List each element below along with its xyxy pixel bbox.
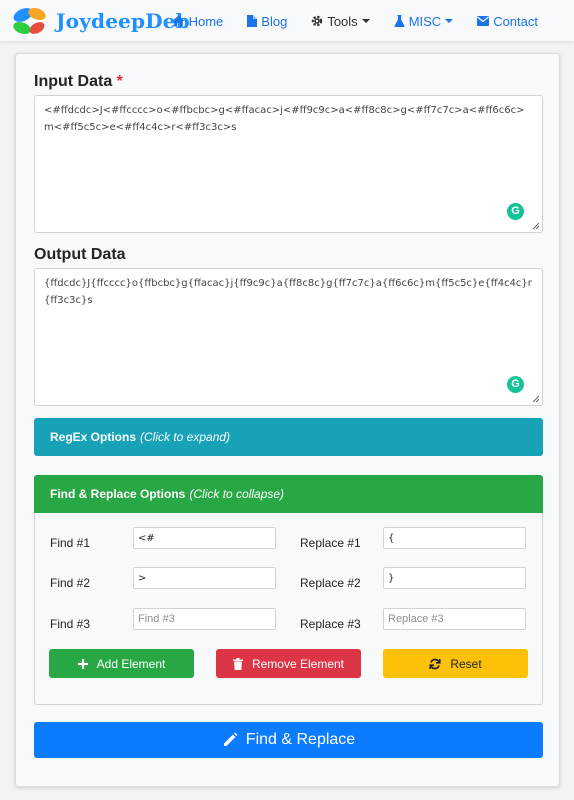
nav-misc[interactable]: MISC bbox=[386, 14, 462, 29]
trash-icon bbox=[232, 657, 243, 670]
flask-icon bbox=[394, 15, 405, 27]
find-3-input[interactable]: Find #3 bbox=[133, 608, 276, 630]
gear-icon bbox=[312, 15, 323, 27]
output-data-textarea[interactable]: {ffdcdc}J{ffcccc}o{ffbcbc}g{ffacac}j{ff9… bbox=[34, 268, 543, 406]
nav-home[interactable]: Home bbox=[164, 14, 232, 29]
remove-element-button[interactable]: Remove Element bbox=[216, 649, 361, 678]
nav-contact[interactable]: Contact bbox=[469, 14, 546, 29]
nav-blog-label: Blog bbox=[261, 13, 288, 29]
resize-handle-icon[interactable] bbox=[532, 395, 540, 403]
nav-tools[interactable]: Tools bbox=[303, 14, 377, 29]
replace-3-input[interactable]: Replace #3 bbox=[383, 608, 526, 630]
nav-blog[interactable]: Blog bbox=[239, 14, 295, 29]
find-1-label: Find #1 bbox=[50, 536, 91, 550]
navbar: JoydeepDeb Home Blog Tools MISC Contact bbox=[0, 0, 574, 42]
add-element-label: Add Element bbox=[96, 656, 166, 671]
grammarly-icon[interactable]: G bbox=[507, 203, 524, 220]
reset-label: Reset bbox=[450, 656, 482, 671]
find-3-label: Find #3 bbox=[50, 617, 91, 631]
refresh-icon bbox=[429, 658, 441, 669]
replace-3-label: Replace #3 bbox=[300, 617, 361, 631]
replace-1-input[interactable]: { bbox=[383, 527, 526, 549]
replace-2-label: Replace #2 bbox=[300, 576, 361, 590]
replace-1-label: Replace #1 bbox=[300, 536, 361, 550]
home-icon bbox=[172, 15, 185, 27]
plus-icon bbox=[77, 658, 88, 669]
output-data-value: {ffdcdc}J{ffcccc}o{ffbcbc}g{ffacac}j{ff9… bbox=[44, 278, 532, 306]
nav-contact-label: Contact bbox=[493, 13, 538, 29]
input-data-label: Input Data * bbox=[34, 73, 123, 91]
add-element-button[interactable]: Add Element bbox=[49, 649, 194, 678]
regex-options-header[interactable]: RegEx Options (Click to expand) bbox=[34, 418, 543, 456]
nav-tools-label: Tools bbox=[327, 13, 358, 29]
chevron-down-icon bbox=[445, 19, 454, 23]
nav-menu: Home Blog Tools MISC Contact bbox=[164, 0, 574, 42]
required-marker: * bbox=[116, 73, 123, 90]
envelope-icon bbox=[477, 16, 490, 26]
nav-misc-label: MISC bbox=[408, 13, 442, 29]
chevron-down-icon bbox=[361, 19, 370, 23]
find-replace-title: Find & Replace Options bbox=[50, 487, 186, 501]
main-card: Input Data * <#ffdcdc>J<#ffcccc>o<#ffbcb… bbox=[15, 53, 560, 787]
find-1-input[interactable]: <# bbox=[133, 527, 276, 549]
find-replace-button-label: Find & Replace bbox=[245, 731, 356, 748]
find-2-input[interactable]: > bbox=[133, 567, 276, 589]
find-replace-hint: (Click to collapse) bbox=[189, 487, 285, 501]
input-data-textarea[interactable]: <#ffdcdc>J<#ffcccc>o<#ffbcbc>g<#ffacac>j… bbox=[34, 95, 543, 233]
find-replace-button[interactable]: Find & Replace bbox=[34, 722, 543, 758]
remove-element-label: Remove Element bbox=[251, 656, 345, 671]
pencil-icon bbox=[223, 732, 238, 746]
find-replace-panel: Find & Replace Options (Click to collaps… bbox=[34, 475, 543, 705]
brand-logo-icon bbox=[10, 4, 52, 38]
file-icon bbox=[247, 15, 258, 27]
regex-options-title: RegEx Options bbox=[50, 430, 137, 444]
input-data-label-text: Input Data bbox=[34, 73, 113, 90]
output-data-label: Output Data bbox=[34, 246, 126, 263]
grammarly-icon[interactable]: G bbox=[507, 376, 524, 393]
regex-options-hint: (Click to expand) bbox=[140, 430, 231, 444]
reset-button[interactable]: Reset bbox=[383, 649, 528, 678]
resize-handle-icon[interactable] bbox=[532, 222, 540, 230]
input-data-value: <#ffdcdc>J<#ffcccc>o<#ffbcbc>g<#ffacac>j… bbox=[44, 105, 525, 133]
find-replace-header[interactable]: Find & Replace Options (Click to collaps… bbox=[34, 475, 543, 513]
replace-2-input[interactable]: } bbox=[383, 567, 526, 589]
find-2-label: Find #2 bbox=[50, 576, 91, 590]
nav-home-label: Home bbox=[188, 13, 224, 29]
